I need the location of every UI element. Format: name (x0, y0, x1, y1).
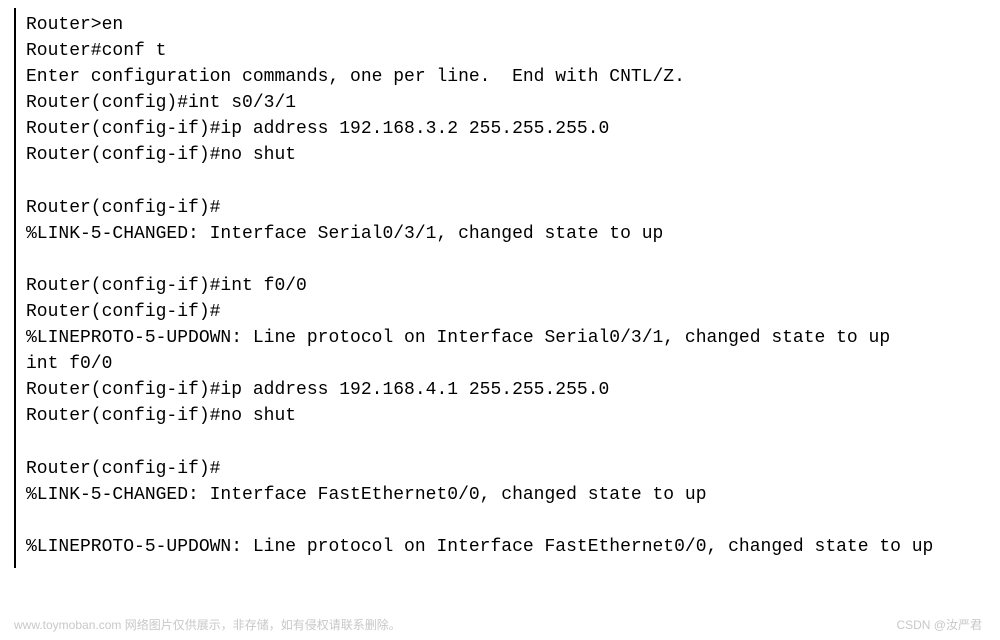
watermark-left: www.toymoban.com 网络图片仅供展示，非存储，如有侵权请联系删除。 (14, 617, 401, 634)
terminal-line: Router(config-if)# (26, 195, 1000, 221)
terminal-line (26, 169, 1000, 195)
terminal-line: %LINK-5-CHANGED: Interface FastEthernet0… (26, 482, 1000, 508)
terminal-line (26, 430, 1000, 456)
terminal-line: Router(config-if)# (26, 456, 1000, 482)
terminal-line: Router(config-if)#ip address 192.168.4.1… (26, 377, 1000, 403)
terminal-line (26, 247, 1000, 273)
terminal-line (26, 508, 1000, 534)
terminal-line: Router(config-if)#ip address 192.168.3.2… (26, 116, 1000, 142)
terminal-line: Router#conf t (26, 38, 1000, 64)
terminal-output: Router>enRouter#conf tEnter configuratio… (14, 8, 1000, 568)
terminal-line: int f0/0 (26, 351, 1000, 377)
terminal-line: %LINEPROTO-5-UPDOWN: Line protocol on In… (26, 325, 1000, 351)
terminal-line: Router(config-if)#no shut (26, 142, 1000, 168)
terminal-line: Router(config)#int s0/3/1 (26, 90, 1000, 116)
terminal-line: Router(config-if)#no shut (26, 403, 1000, 429)
terminal-line: %LINK-5-CHANGED: Interface Serial0/3/1, … (26, 221, 1000, 247)
terminal-line: Router(config-if)# (26, 299, 1000, 325)
terminal-line: Router>en (26, 12, 1000, 38)
terminal-line: Enter configuration commands, one per li… (26, 64, 1000, 90)
terminal-line: Router(config-if)#int f0/0 (26, 273, 1000, 299)
terminal-line: %LINEPROTO-5-UPDOWN: Line protocol on In… (26, 534, 1000, 560)
watermark-right: CSDN @汝严君 (896, 617, 982, 634)
